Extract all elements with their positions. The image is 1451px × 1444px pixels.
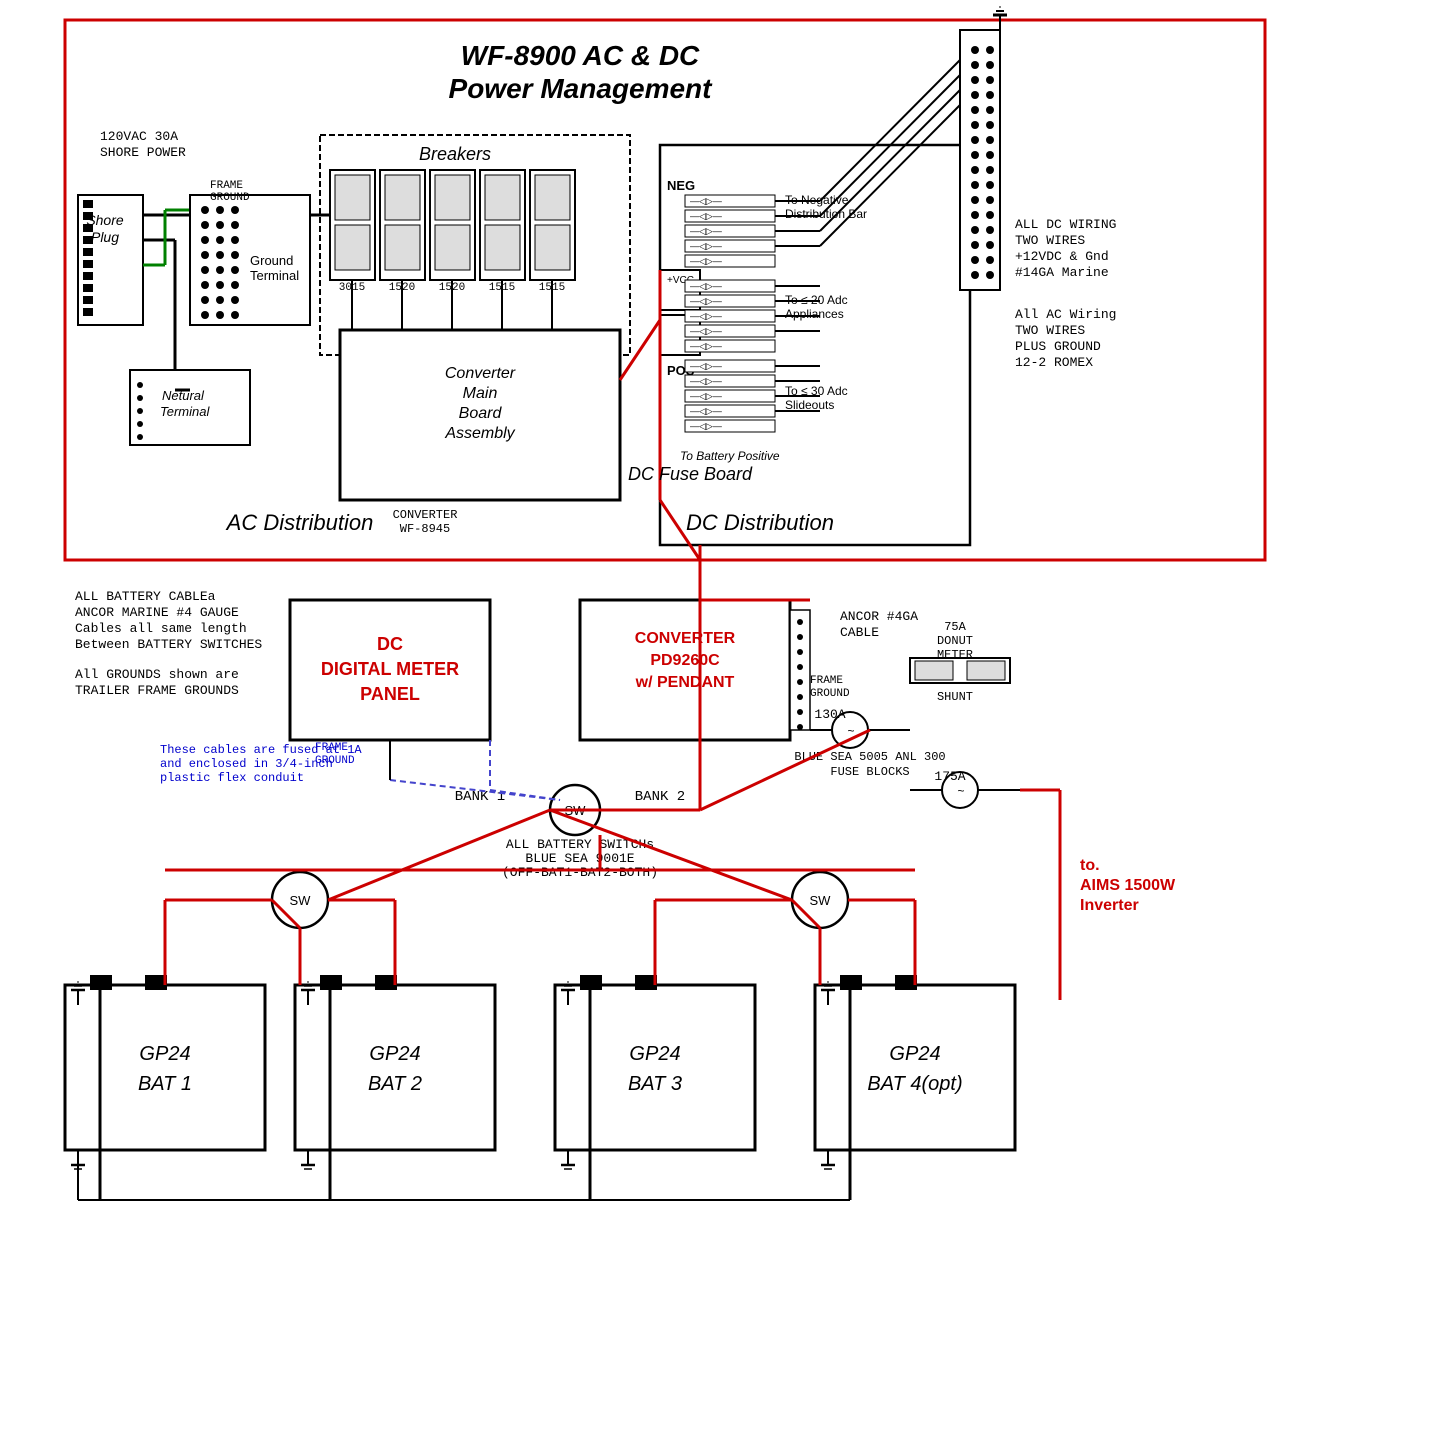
- converter-main-label2: Main: [463, 385, 498, 402]
- svg-text:—◁▷—: —◁▷—: [690, 196, 722, 206]
- svg-text:—◁▷—: —◁▷—: [690, 256, 722, 266]
- frame-ground-label2: GROUND: [210, 192, 250, 204]
- converter-wf-label2: WF-8945: [400, 522, 450, 536]
- fuse-175a-label: 175A: [934, 769, 965, 784]
- wiring-diagram: WF-8900 AC & DC Power Management 120VAC …: [0, 0, 1451, 1444]
- battery-cables-note1: ALL BATTERY CABLEa: [75, 589, 216, 604]
- svg-text:—◁▷—: —◁▷—: [690, 406, 722, 416]
- svg-text:—◁▷—: —◁▷—: [690, 326, 722, 336]
- dc-distribution-label: DC Distribution: [686, 510, 834, 535]
- grounds-note1: All GROUNDS shown are: [75, 667, 239, 682]
- left-sw-label: SW: [290, 893, 312, 908]
- dc-meter-label2: DIGITAL METER: [321, 659, 459, 679]
- donut-meter-label2: DONUT: [937, 634, 973, 648]
- svg-text:~: ~: [847, 724, 854, 738]
- neutral-terminal-label2: Terminal: [160, 404, 210, 419]
- ac-distribution-label: AC Distribution: [225, 510, 374, 535]
- svg-text:—◁▷—: —◁▷—: [690, 376, 722, 386]
- bat1-label2: BAT 1: [138, 1073, 192, 1095]
- to-20adc-label2: Appliances: [785, 307, 844, 321]
- frame-ground2-label2: GROUND: [315, 755, 355, 767]
- shore-plug-label: Shore: [86, 212, 124, 228]
- bat2-label1: GP24: [369, 1043, 420, 1065]
- svg-text:—◁▷—: —◁▷—: [690, 226, 722, 236]
- ac-wiring-note2: TWO WIRES: [1015, 323, 1085, 338]
- fuse-130a-label1: 130A: [814, 707, 845, 722]
- fused-note3: plastic flex conduit: [160, 771, 304, 785]
- donut-meter-label1: 75A: [944, 620, 966, 634]
- to-30adc-label2: Slideouts: [785, 398, 834, 412]
- converter-wf-label: CONVERTER: [393, 508, 458, 522]
- converter-main-label1: Converter: [445, 365, 516, 382]
- ac-wiring-note1: All AC Wiring: [1015, 307, 1116, 322]
- shore-plug-label2: Plug: [91, 229, 119, 245]
- main-title-line1: WF-8900 AC & DC: [461, 40, 700, 71]
- ground-terminal-label: Ground: [250, 253, 293, 268]
- aims-label2: AIMS 1500W: [1080, 877, 1176, 894]
- aims-label3: Inverter: [1080, 897, 1139, 914]
- svg-text:—◁▷—: —◁▷—: [690, 311, 722, 321]
- converter-pd-label3: w/ PENDANT: [635, 674, 735, 691]
- bat-switches-note3: (OFF-BAT1-BAT2-BOTH): [502, 865, 658, 880]
- bat3-label2: BAT 3: [628, 1073, 682, 1095]
- bat3-label1: GP24: [629, 1043, 680, 1065]
- bank2-label: BANK 2: [635, 789, 685, 805]
- dc-fuse-board-label: DC Fuse Board: [628, 464, 753, 484]
- converter-pd-label2: PD9260C: [650, 652, 720, 669]
- frame-ground3-label1: FRAME: [810, 675, 843, 687]
- svg-text:—◁▷—: —◁▷—: [690, 421, 722, 431]
- svg-text:—◁▷—: —◁▷—: [690, 341, 722, 351]
- bat2-label2: BAT 2: [368, 1073, 422, 1095]
- converter-main-label3: Board: [459, 405, 503, 422]
- svg-text:—◁▷—: —◁▷—: [690, 211, 722, 221]
- svg-text:—◁▷—: —◁▷—: [690, 241, 722, 251]
- bat4-label1: GP24: [889, 1043, 940, 1065]
- frame-ground3-label2: GROUND: [810, 688, 850, 700]
- frame-ground-label: FRAME: [210, 180, 243, 192]
- ac-wiring-note4: 12-2 ROMEX: [1015, 355, 1093, 370]
- fused-note2: and enclosed in 3/4-inch: [160, 757, 333, 771]
- svg-text:—◁▷—: —◁▷—: [690, 361, 722, 371]
- donut-meter-label4: SHUNT: [937, 690, 973, 704]
- battery-cables-note4: Between BATTERY SWITCHES: [75, 637, 262, 652]
- dc-meter-label3: PANEL: [360, 684, 420, 704]
- grounds-note2: TRAILER FRAME GROUNDS: [75, 683, 239, 698]
- to-bat-pos-label: To Battery Positive: [680, 449, 780, 463]
- svg-text:—◁▷—: —◁▷—: [690, 391, 722, 401]
- bat1-label1: GP24: [139, 1043, 190, 1065]
- neg-label: NEG: [667, 178, 695, 193]
- svg-text:—◁▷—: —◁▷—: [690, 296, 722, 306]
- dc-wiring-note2: TWO WIRES: [1015, 233, 1085, 248]
- fuse-130a-label3: FUSE BLOCKS: [830, 765, 909, 779]
- svg-text:~: ~: [957, 784, 964, 798]
- dc-wiring-note4: #14GA Marine: [1015, 265, 1109, 280]
- aims-label1: to.: [1080, 857, 1100, 874]
- converter-main-label4: Assembly: [444, 425, 515, 442]
- diagram-container: WF-8900 AC & DC Power Management 120VAC …: [0, 0, 1451, 1444]
- battery-cables-note2: ANCOR MARINE #4 GAUGE: [75, 605, 239, 620]
- bat4-label2: BAT 4(opt): [867, 1073, 962, 1095]
- donut-meter-label3: METER: [937, 648, 973, 662]
- dc-wiring-note3: +12VDC & Gnd: [1015, 249, 1109, 264]
- breakers-label: Breakers: [419, 144, 491, 164]
- bat-switches-note2: BLUE SEA 9001E: [525, 851, 634, 866]
- right-sw-label: SW: [810, 893, 832, 908]
- shore-power-label: 120VAC 30A: [100, 129, 178, 144]
- shore-power-label2: SHORE POWER: [100, 145, 186, 160]
- frame-ground2-label1: FRAME: [315, 742, 348, 754]
- fuse-130a-label2: BLUE SEA 5005 ANL 300: [794, 750, 945, 764]
- battery-cables-note3: Cables all same length: [75, 621, 247, 636]
- dc-wiring-note1: ALL DC WIRING: [1015, 217, 1116, 232]
- converter-pd-label1: CONVERTER: [635, 630, 736, 647]
- ac-wiring-note3: PLUS GROUND: [1015, 339, 1101, 354]
- main-title-line2: Power Management: [449, 73, 714, 104]
- svg-text:—◁▷—: —◁▷—: [690, 281, 722, 291]
- dc-meter-label1: DC: [377, 634, 403, 654]
- ancor-cable-note1: ANCOR #4GA: [840, 609, 918, 624]
- ancor-cable-note2: CABLE: [840, 625, 879, 640]
- ground-terminal-label2: Terminal: [250, 268, 299, 283]
